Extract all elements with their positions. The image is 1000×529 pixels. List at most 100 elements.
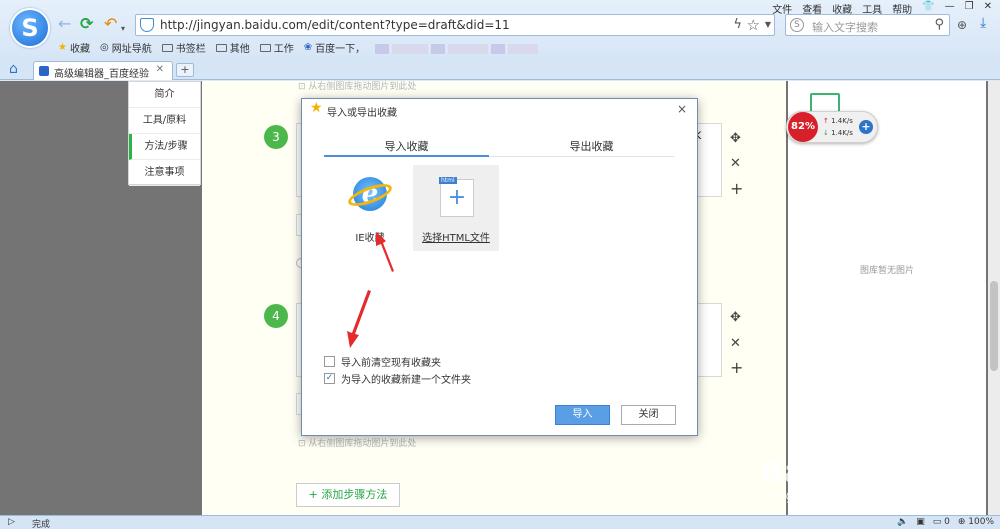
download-icon[interactable]: ⤓ [980, 15, 986, 31]
check-clear-favorites[interactable]: 导入前清空现有收藏夹 [324, 354, 441, 369]
side-nav: 简介 工具/原料 方法/步骤 注意事项 [128, 81, 201, 186]
checkbox-unchecked[interactable] [324, 356, 335, 367]
move-icon[interactable]: ✥ [730, 310, 741, 325]
bookmark-baidu[interactable]: ❀ 百度一下， [304, 40, 365, 55]
star-icon: ★ [58, 42, 67, 53]
globe-icon[interactable]: ⊕ [957, 18, 967, 32]
nav-tools[interactable]: 工具/原料 [129, 108, 200, 134]
check-new-folder[interactable]: ✓ 为导入的收藏新建一个文件夹 [324, 371, 471, 386]
dialog-tabs: 导入收藏 导出收藏 [324, 135, 674, 157]
tab-close-icon[interactable]: ✕ [156, 64, 164, 75]
favorite-star-icon[interactable]: ☆ [747, 16, 760, 34]
browser-logo-icon[interactable] [10, 8, 50, 48]
download-speed: ↓ 1.4K/s [823, 129, 853, 137]
html-file-icon: html + [439, 177, 474, 217]
sound-icon[interactable]: 🔈 [897, 517, 908, 527]
zoom-icon[interactable]: ⊕ 100% [958, 517, 994, 527]
speed-boost-icon[interactable]: + [859, 120, 873, 134]
undo-dropdown-icon[interactable]: ▾ [121, 20, 125, 38]
refresh-icon[interactable]: ⟳ [80, 15, 93, 33]
bookmark-work-folder[interactable]: 工作 [259, 40, 294, 55]
import-button[interactable]: 导入 [555, 405, 610, 425]
search-box[interactable]: S 输入文字搜索 ⚲ [785, 14, 950, 36]
sidebar-toggle-icon[interactable]: ▷ [8, 517, 15, 527]
skin-icon[interactable]: 👕 [922, 1, 934, 16]
add-icon[interactable]: + [730, 358, 743, 377]
close-button[interactable]: 关闭 [621, 405, 676, 425]
network-speed-widget[interactable]: 82% ↑ 1.4K/s ↓ 1.4K/s + [786, 111, 878, 143]
message-icon[interactable]: ▭ 0 [933, 517, 950, 527]
move-icon[interactable]: ✥ [730, 131, 741, 146]
page-scrollbar[interactable] [988, 81, 1000, 515]
bookmark-label: 工作 [273, 44, 294, 55]
option-ie-favorites[interactable]: e IE收藏 [327, 165, 413, 251]
add-icon[interactable]: + [730, 179, 743, 198]
tab-import[interactable]: 导入收藏 [324, 138, 489, 157]
close-window-icon[interactable]: ✕ [984, 1, 992, 16]
bookmark-label: 书签栏 [175, 44, 206, 55]
blurred-block [375, 43, 390, 54]
blurred-bookmarks [375, 40, 539, 55]
search-placeholder[interactable]: 输入文字搜索 [812, 19, 878, 35]
minimize-icon[interactable]: — [945, 1, 955, 16]
baidu-paw-icon: ❀ [303, 42, 313, 53]
checkbox-checked[interactable]: ✓ [324, 373, 335, 384]
baidu-watermark: ❀ Bai du 经验 jingyan.baidu.com [760, 419, 990, 515]
bookmark-label: 百度一下， [315, 44, 366, 55]
restore-icon[interactable]: ❐ [965, 1, 974, 16]
menu-favorites[interactable]: 收藏 [832, 1, 852, 16]
watermark-brand: Bai du 经验 [760, 455, 947, 490]
upload-value: 1.4K/s [831, 117, 853, 125]
menu-file[interactable]: 文件 [772, 1, 792, 16]
address-dropdown-icon[interactable]: ▼ [765, 20, 771, 29]
menu-view[interactable]: 查看 [802, 1, 822, 16]
import-export-dialog: ★ 导入或导出收藏 × 导入收藏 导出收藏 e IE收藏 html + 选择HT… [301, 98, 698, 436]
bookmark-nav[interactable]: ◎ 网址导航 [100, 40, 152, 55]
bookmark-bar-folder[interactable]: 书签栏 [161, 40, 206, 55]
plus-icon: + [447, 185, 467, 210]
address-bar[interactable]: http://jingyan.baidu.com/edit/content?ty… [135, 14, 775, 36]
dialog-titlebar[interactable]: ★ 导入或导出收藏 × [302, 99, 697, 121]
blurred-block [392, 43, 429, 54]
search-icon[interactable]: ⚲ [934, 17, 944, 32]
menu-tools[interactable]: 工具 [862, 1, 882, 16]
speed-mode-icon[interactable]: ϟ [733, 17, 742, 32]
step-number: 4 [264, 304, 288, 328]
search-engine-icon[interactable]: S [790, 18, 804, 32]
add-step-button[interactable]: + 添加步骤方法 [296, 483, 400, 507]
dialog-close-icon[interactable]: × [677, 102, 687, 116]
html-badge: html [439, 177, 457, 184]
home-icon[interactable]: ⌂ [9, 61, 18, 77]
bookmark-other-folder[interactable]: 其他 [215, 40, 250, 55]
security-shield-icon [140, 18, 154, 32]
nav-notes[interactable]: 注意事项 [129, 160, 200, 186]
nav-intro[interactable]: 简介 [129, 82, 200, 108]
menu-help[interactable]: 帮助 [892, 1, 912, 16]
speed-percent: 82% [788, 112, 818, 142]
address-url[interactable]: http://jingyan.baidu.com/edit/content?ty… [160, 18, 510, 32]
undo-icon[interactable]: ↶ [104, 15, 117, 33]
scrollbar-thumb[interactable] [990, 281, 998, 371]
watermark-url: jingyan.baidu.com [770, 489, 890, 504]
baidu-favicon-icon [39, 66, 49, 76]
blurred-block [508, 43, 539, 54]
nav-steps[interactable]: 方法/步骤 [129, 134, 200, 160]
status-right: 🔈 ▣ ▭ 0 ⊕ 100% [897, 517, 994, 527]
bookmarks-bar: ★ 收藏 ◎ 网址导航 书签栏 其他 工作 ❀ 百度一下， [58, 40, 539, 55]
tab-editor[interactable]: 高级编辑器_百度经验 ✕ [33, 61, 173, 80]
screenshot-icon[interactable]: ▣ [916, 517, 925, 527]
folder-icon [259, 43, 271, 52]
option-html-file[interactable]: html + 选择HTML文件 [413, 165, 499, 251]
bookmark-favorites[interactable]: ★ 收藏 [58, 40, 90, 55]
delete-icon[interactable]: ✕ [730, 156, 741, 171]
status-text: 完成 [32, 520, 51, 529]
folder-icon [161, 43, 173, 52]
delete-icon[interactable]: ✕ [730, 336, 741, 351]
tab-export[interactable]: 导出收藏 [509, 138, 674, 154]
check-clear-label: 导入前清空现有收藏夹 [341, 358, 441, 369]
back-arrow-icon[interactable]: ← [58, 15, 71, 33]
drag-hint: ⊡ 从右侧图库拖动图片到此处 [298, 439, 417, 449]
check-new-folder-label: 为导入的收藏新建一个文件夹 [341, 375, 471, 386]
new-tab-button[interactable]: + [176, 63, 194, 77]
download-value: 1.4K/s [831, 129, 853, 137]
